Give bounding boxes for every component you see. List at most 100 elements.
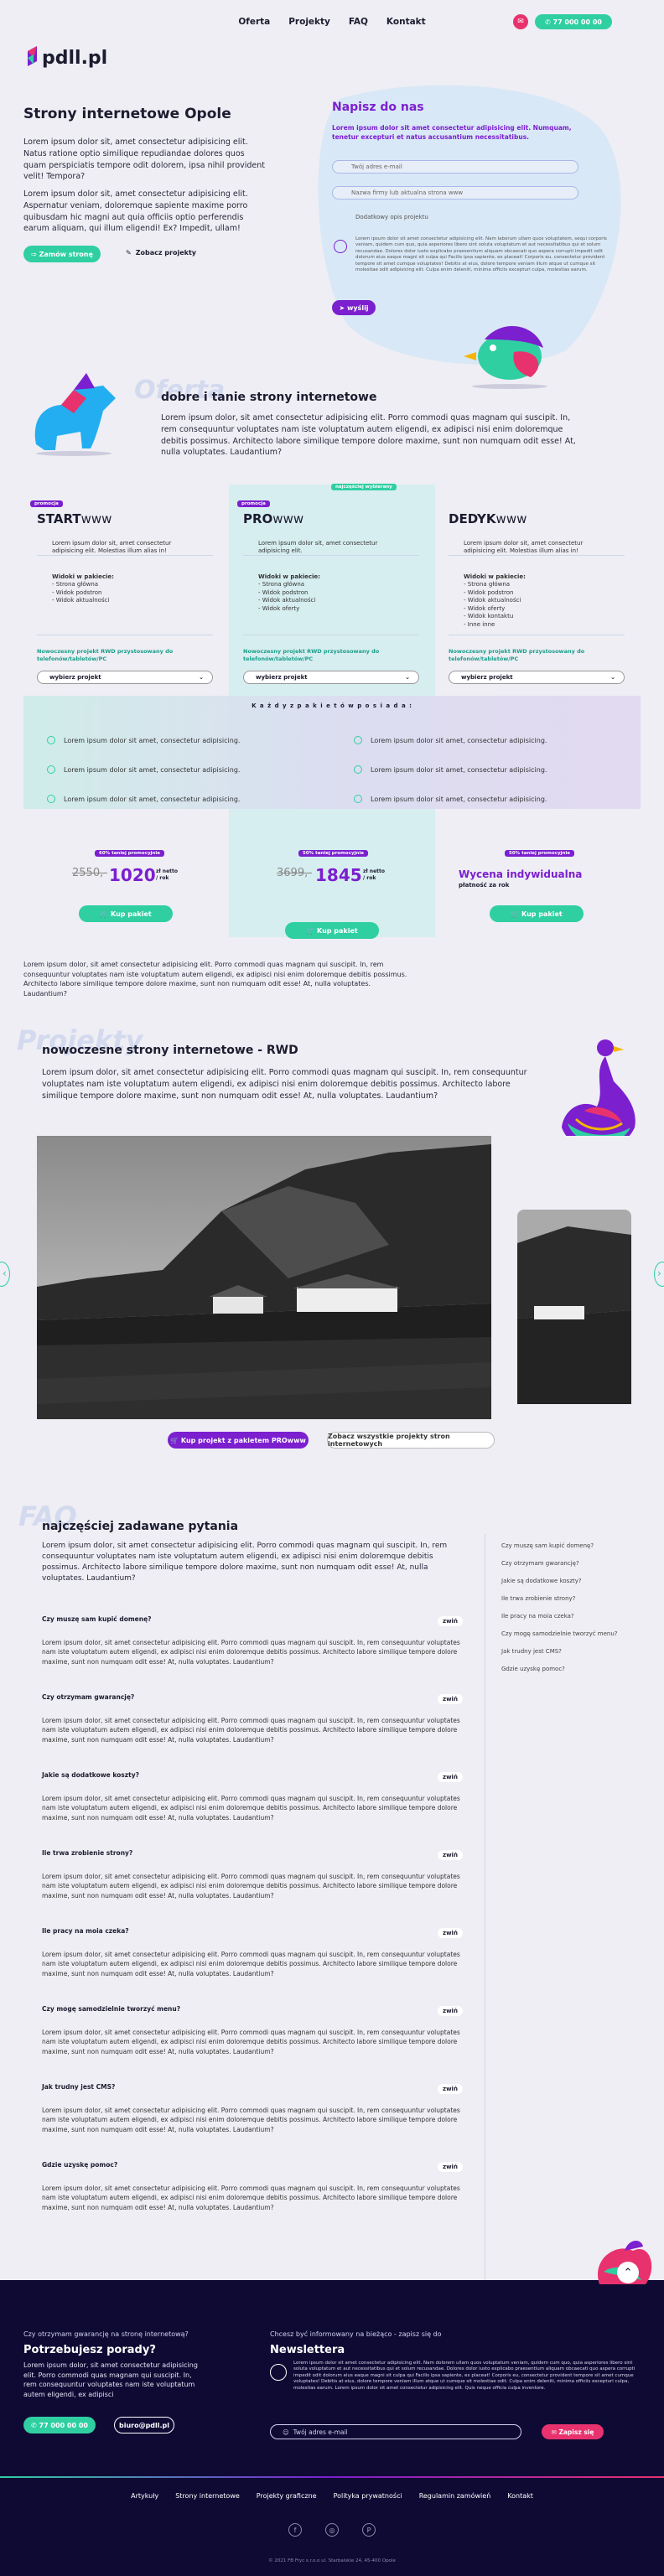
footer-help-text: Lorem ipsum dolor, sit amet consectetur … [23,2361,198,2398]
faq-toggle-button[interactable]: zwiń [438,1694,463,1704]
footer-link[interactable]: Strony internetowe [175,2492,240,2500]
project-carousel: ‹ › [0,1136,664,1421]
faq-question[interactable]: Czy muszę sam kupić domenę? [42,1615,152,1623]
faq-side-link[interactable]: Gdzie uzyskę pomoc? [501,1666,618,1672]
faq-question[interactable]: Ile trwa zrobienie strony? [42,1849,132,1857]
faq-side-link[interactable]: Ile pracy na moia czeka? [501,1613,618,1620]
faq-side-link[interactable]: Czy otrzymam gwarancję? [501,1560,618,1567]
faq-question[interactable]: Gdzie uzyskę pomoc? [42,2161,117,2169]
see-projects-link[interactable]: ✎ Zobacz projekty [126,249,196,257]
contact-title: Napisz do nas [332,101,424,114]
footer-link[interactable]: Polityka prywatności [334,2492,402,2500]
faq-question[interactable]: Ile pracy na moia czeka? [42,1927,129,1935]
order-site-button[interactable]: ⇨ Zamów stronę [23,246,101,262]
feat: - Widok aktualności [464,597,521,604]
faq-toggle-button[interactable]: zwiń [438,1928,463,1938]
faq-side-link[interactable]: Jak trudny jest CMS? [501,1648,618,1655]
header-phone-button[interactable]: ✆ 77 000 00 00 [535,14,612,29]
footer-link[interactable]: Kontakt [507,2492,533,2500]
mail-icon: ✉ [551,2428,559,2436]
faq-answer: Lorem ipsum dolor, sit amet consectetur … [42,2107,460,2133]
faq-answer: Lorem ipsum dolor, sit amet consectetur … [42,1951,460,1977]
features-band [23,696,641,809]
start-lead: Lorem ipsum dolor sit, amet consectetur … [52,540,172,555]
footer-link[interactable]: Regulamin zamówień [419,2492,491,2500]
carousel-prev-button[interactable]: ‹ [0,1262,10,1287]
website-field[interactable]: Nazwa firmy lub aktualna strona www [332,186,578,200]
faq-toggle-button[interactable]: zwiń [438,2084,463,2094]
chevron-down-icon: ⌄ [405,674,410,681]
faq-answer: Lorem ipsum dolor, sit amet consectetur … [42,2029,460,2055]
faq-toggle-button[interactable]: zwiń [438,1616,463,1626]
faq-side-link[interactable]: Czy muszę sam kupić domenę? [501,1542,618,1549]
term-label: / rok [363,874,376,881]
faq-answer: Lorem ipsum dolor, sit amet consectetur … [42,1717,460,1744]
newsletter-email-input[interactable]: ☺ Twój adres e-mail [270,2424,521,2439]
footer-phone-button[interactable]: ✆ 77 000 00 00 [23,2417,96,2433]
nav-oferta[interactable]: Oferta [238,17,270,27]
faq-question[interactable]: Czy mogę samodzielnie tworzyć menu? [42,2005,180,2013]
consent-text: Lorem ipsum dolor sit amet consectetur a… [355,236,607,273]
buy-pro-project-button[interactable]: 🛒 Kup projekt z pakietem PROwww [168,1432,309,1449]
all-projects-button[interactable]: Zobacz wszystkie projekty stron internet… [327,1432,495,1449]
pinterest-icon[interactable]: P [362,2523,376,2537]
send-button[interactable]: ➤ wyślij [332,300,376,315]
send-icon: ➤ [339,303,347,312]
pro-buy-button[interactable]: 🛒 Kup pakiet [285,922,379,939]
footer-link[interactable]: Projekty graficzne [257,2492,317,2500]
buy-label: Kup pakiet [317,926,358,935]
order-site-label: Zamów stronę [39,250,93,258]
description-field[interactable]: Dodatkowy opis projektu [340,214,428,220]
scroll-top-button[interactable]: ⌃ [617,2262,639,2283]
logo[interactable]: pdll.pl [25,46,107,70]
consent-checkbox[interactable] [334,240,347,253]
nav-kontakt[interactable]: Kontakt [386,17,426,27]
dedyk-save-badge: 50% taniej promocyjnie [505,850,574,857]
nav-projekty[interactable]: Projekty [288,17,330,27]
feature-item: Lorem ipsum dolor sit amet, consectetur … [47,795,240,803]
net-label: zł netto [156,868,179,874]
faq-toggle-button[interactable]: zwiń [438,2162,463,2172]
footer-links: Artykuły Strony internetowe Projekty gra… [0,2492,664,2500]
faq-intro: Lorem ipsum dolor, sit amet consectetur … [42,1542,448,1583]
newsletter-consent-checkbox[interactable] [270,2364,287,2381]
footer-mail-button[interactable]: biuro@pdll.pl [114,2417,174,2433]
project-screenshot-main[interactable] [37,1136,491,1419]
newsletter-title: Newslettera [270,2344,345,2356]
chevron-down-icon: ⌄ [199,674,204,681]
dedyk-project-select[interactable]: wybierz projekt ⌄ [449,671,625,684]
faq-toggle-button[interactable]: zwiń [438,2006,463,2016]
footer-phone: 77 000 00 00 [39,2421,88,2429]
instagram-icon[interactable]: ◎ [325,2523,339,2537]
feature-item-label: Lorem ipsum dolor sit amet, consectetur … [371,765,547,774]
nav-faq[interactable]: FAQ [349,17,368,27]
dedyk-buy-button[interactable]: 🛒 Kup pakiet [490,905,584,922]
subscribe-button[interactable]: ✉ Zapisz się [542,2424,604,2439]
faq-side-link[interactable]: Ile trwa zrobienie strony? [501,1595,618,1602]
project-screenshot-next[interactable] [517,1210,631,1404]
see-projects-label: Zobacz projekty [135,249,197,257]
faq-toggle-button[interactable]: zwiń [438,1850,463,1860]
dedyk-rwd: Nowoczesny projekt RWD przystosowany do … [449,648,585,662]
email-field[interactable]: Twój adres e-mail [332,160,578,174]
faq-question[interactable]: Jakie są dodatkowe koszty? [42,1771,139,1779]
footer-link[interactable]: Artykuły [131,2492,158,2500]
faq-question[interactable]: Czy otrzymam gwarancję? [42,1693,134,1701]
start-project-select[interactable]: wybierz projekt ⌄ [37,671,213,684]
chevron-left-icon: ‹ [3,1267,7,1279]
feature-item: Lorem ipsum dolor sit amet, consectetur … [354,765,547,774]
faq-toggle-button[interactable]: zwiń [438,1772,463,1782]
carousel-next-button[interactable]: › [654,1262,664,1287]
facebook-icon[interactable]: f [288,2523,302,2537]
faq-side-link[interactable]: Czy mogę samodzielnie tworzyć menu? [501,1630,618,1637]
feature-item-label: Lorem ipsum dolor sit amet, consectetur … [371,736,547,744]
pro-project-select[interactable]: wybierz projekt ⌄ [243,671,419,684]
feat: - Widok kontaktu [464,613,514,620]
start-buy-button[interactable]: 🛒 Kup pakiet [79,905,173,922]
mail-icon[interactable]: ✉ [513,14,528,29]
footer-mail: biuro@pdll.pl [118,2421,170,2429]
buy-pro-label: Kup projekt z pakietem PROwww [180,1436,306,1444]
chevron-down-icon: ⌄ [610,674,615,681]
faq-question[interactable]: Jak trudny jest CMS? [42,2083,115,2091]
faq-side-link[interactable]: Jakie są dodatkowe koszty? [501,1578,618,1584]
